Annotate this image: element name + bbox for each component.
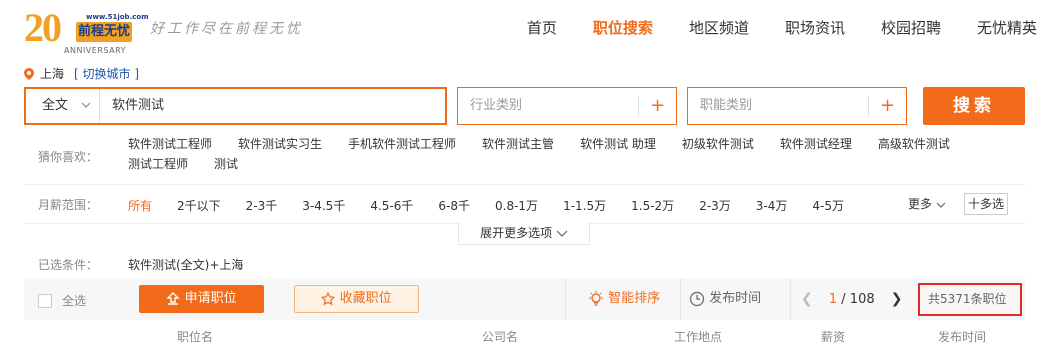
- site-logo[interactable]: 20 www.51job.com 前程无忧 ANNIVERSARY: [24, 5, 148, 56]
- chevron-down-icon: [936, 202, 946, 208]
- main-nav: 首页 职位搜索 地区频道 职场资讯 校园招聘 无忧精英: [505, 18, 1051, 42]
- time-sort-label: 发布时间: [709, 291, 762, 306]
- keyword-search-box: 全文 软件测试: [24, 87, 447, 125]
- salary-label: 月薪范围：: [38, 198, 99, 212]
- logo-url: www.51job.com: [86, 13, 149, 21]
- guess-tag[interactable]: 测试工程师: [128, 154, 188, 174]
- salary-option[interactable]: 1.5-2万: [631, 197, 674, 214]
- column-location: 工作地点: [674, 330, 723, 344]
- guess-tag[interactable]: 高级软件测试: [878, 134, 950, 154]
- guess-tag[interactable]: 软件测试工程师: [128, 134, 212, 154]
- nav-elite[interactable]: 无忧精英: [963, 18, 1051, 42]
- column-job-title: 职位名: [177, 330, 214, 344]
- function-plus-icon[interactable]: +: [868, 96, 906, 116]
- nav-campus[interactable]: 校园招聘: [867, 18, 955, 42]
- location-pin-icon: [24, 67, 34, 81]
- pagination: ❮ 1 / 108 ❯: [790, 278, 914, 320]
- location-bar: 上海 [ 切换城市 ]: [24, 65, 139, 82]
- apply-job-label: 申请职位: [184, 291, 237, 306]
- search-scope-value: 全文: [42, 98, 69, 113]
- salary-option[interactable]: 2千以下: [177, 197, 221, 214]
- current-city: 上海: [40, 67, 65, 81]
- guess-tag-list: 软件测试工程师 软件测试实习生 手机软件测试工程师 软件测试主管 软件测试 助理…: [128, 134, 988, 174]
- time-sort-button[interactable]: 发布时间: [680, 278, 790, 320]
- guess-tag[interactable]: 软件测试主管: [482, 134, 554, 154]
- guess-tag[interactable]: 软件测试 助理: [580, 134, 656, 154]
- function-picker[interactable]: 职能类别 +: [687, 87, 907, 125]
- star-icon: [321, 291, 336, 305]
- nav-career-news[interactable]: 职场资讯: [771, 18, 859, 42]
- function-placeholder: 职能类别: [700, 98, 753, 113]
- industry-plus-icon[interactable]: +: [638, 96, 676, 116]
- upload-icon: [166, 291, 181, 305]
- guess-tag[interactable]: 手机软件测试工程师: [348, 134, 456, 154]
- column-post-date: 发布时间: [938, 330, 987, 344]
- smart-sort-button[interactable]: 智能排序: [565, 278, 680, 320]
- column-salary: 薪资: [821, 330, 846, 344]
- industry-placeholder: 行业类别: [470, 98, 523, 113]
- salary-option[interactable]: 4-5万: [812, 197, 844, 214]
- select-all-label: 全选: [62, 294, 87, 308]
- nav-home[interactable]: 首页: [513, 18, 571, 42]
- expand-more-options-button[interactable]: 展开更多选项: [458, 223, 590, 245]
- nav-region[interactable]: 地区频道: [675, 18, 763, 42]
- next-page-icon[interactable]: ❯: [891, 291, 903, 307]
- site-slogan: 好工作尽在前程无忧: [150, 21, 303, 37]
- guess-tag[interactable]: 初级软件测试: [682, 134, 754, 154]
- salary-option[interactable]: 4.5-6千: [370, 197, 413, 214]
- total-jobs-count: 共5371条职位: [918, 283, 1022, 316]
- salary-options: 所有 2千以下 2-3千 3-4.5千 4.5-6千 6-8千 0.8-1万 1…: [128, 185, 869, 225]
- search-button[interactable]: 搜索: [923, 87, 1025, 125]
- results-toolbar: 全选 申请职位 收藏职位 智能排序 发布时间 ❮ 1 / 108 ❯ 共5371…: [24, 278, 1025, 320]
- logo-number: 20: [24, 5, 62, 50]
- salary-multi-select-button[interactable]: 十多选: [964, 193, 1009, 215]
- salary-filter: 月薪范围： 所有 2千以下 2-3千 3-4.5千 4.5-6千 6-8千 0.…: [24, 184, 1025, 224]
- salary-option[interactable]: 6-8千: [438, 197, 470, 214]
- guess-tag[interactable]: 软件测试经理: [780, 134, 852, 154]
- salary-option[interactable]: 0.8-1万: [495, 197, 538, 214]
- lightbulb-icon: [589, 290, 603, 306]
- logo-anniversary: ANNIVERSARY: [64, 46, 127, 55]
- guess-label: 猜你喜欢：: [38, 150, 99, 164]
- column-company: 公司名: [482, 330, 519, 344]
- logo-brand-name: 前程无忧: [76, 22, 132, 42]
- total-pages: / 108: [841, 292, 875, 307]
- salary-option[interactable]: 3-4.5千: [302, 197, 345, 214]
- selected-conditions-label: 已选条件：: [38, 258, 99, 272]
- selected-conditions-value: 软件测试(全文)+上海: [128, 258, 244, 272]
- salary-option[interactable]: 2-3千: [246, 197, 278, 214]
- salary-more-label: 更多: [908, 197, 933, 211]
- salary-option[interactable]: 2-3万: [699, 197, 731, 214]
- guess-tag[interactable]: 软件测试实习生: [238, 134, 322, 154]
- select-all-checkbox[interactable]: 全选: [38, 292, 86, 309]
- keyword-input[interactable]: 软件测试: [112, 89, 164, 123]
- chevron-down-icon: [81, 89, 91, 123]
- chevron-down-icon: [556, 230, 568, 237]
- current-page: 1: [828, 292, 838, 307]
- salary-option[interactable]: 1-1.5万: [563, 197, 606, 214]
- nav-job-search[interactable]: 职位搜索: [579, 18, 667, 42]
- apply-job-button[interactable]: 申请职位: [139, 285, 264, 313]
- switch-city-link[interactable]: [ 切换城市 ]: [74, 65, 139, 82]
- site-header: 20 www.51job.com 前程无忧 ANNIVERSARY 好工作尽在前…: [0, 0, 1051, 58]
- search-scope-select[interactable]: 全文: [26, 89, 100, 123]
- guess-tag[interactable]: 测试: [214, 154, 238, 174]
- smart-sort-label: 智能排序: [608, 291, 661, 306]
- expand-label: 展开更多选项: [480, 226, 553, 240]
- industry-picker[interactable]: 行业类别 +: [457, 87, 677, 125]
- collect-job-label: 收藏职位: [339, 291, 392, 306]
- salary-more-button[interactable]: 更多: [908, 195, 946, 212]
- checkbox-icon[interactable]: [38, 293, 52, 308]
- prev-page-icon[interactable]: ❮: [801, 291, 813, 307]
- clock-icon: [689, 291, 705, 306]
- salary-option[interactable]: 3-4万: [756, 197, 788, 214]
- salary-option[interactable]: 所有: [128, 197, 152, 214]
- collect-job-button[interactable]: 收藏职位: [294, 285, 419, 313]
